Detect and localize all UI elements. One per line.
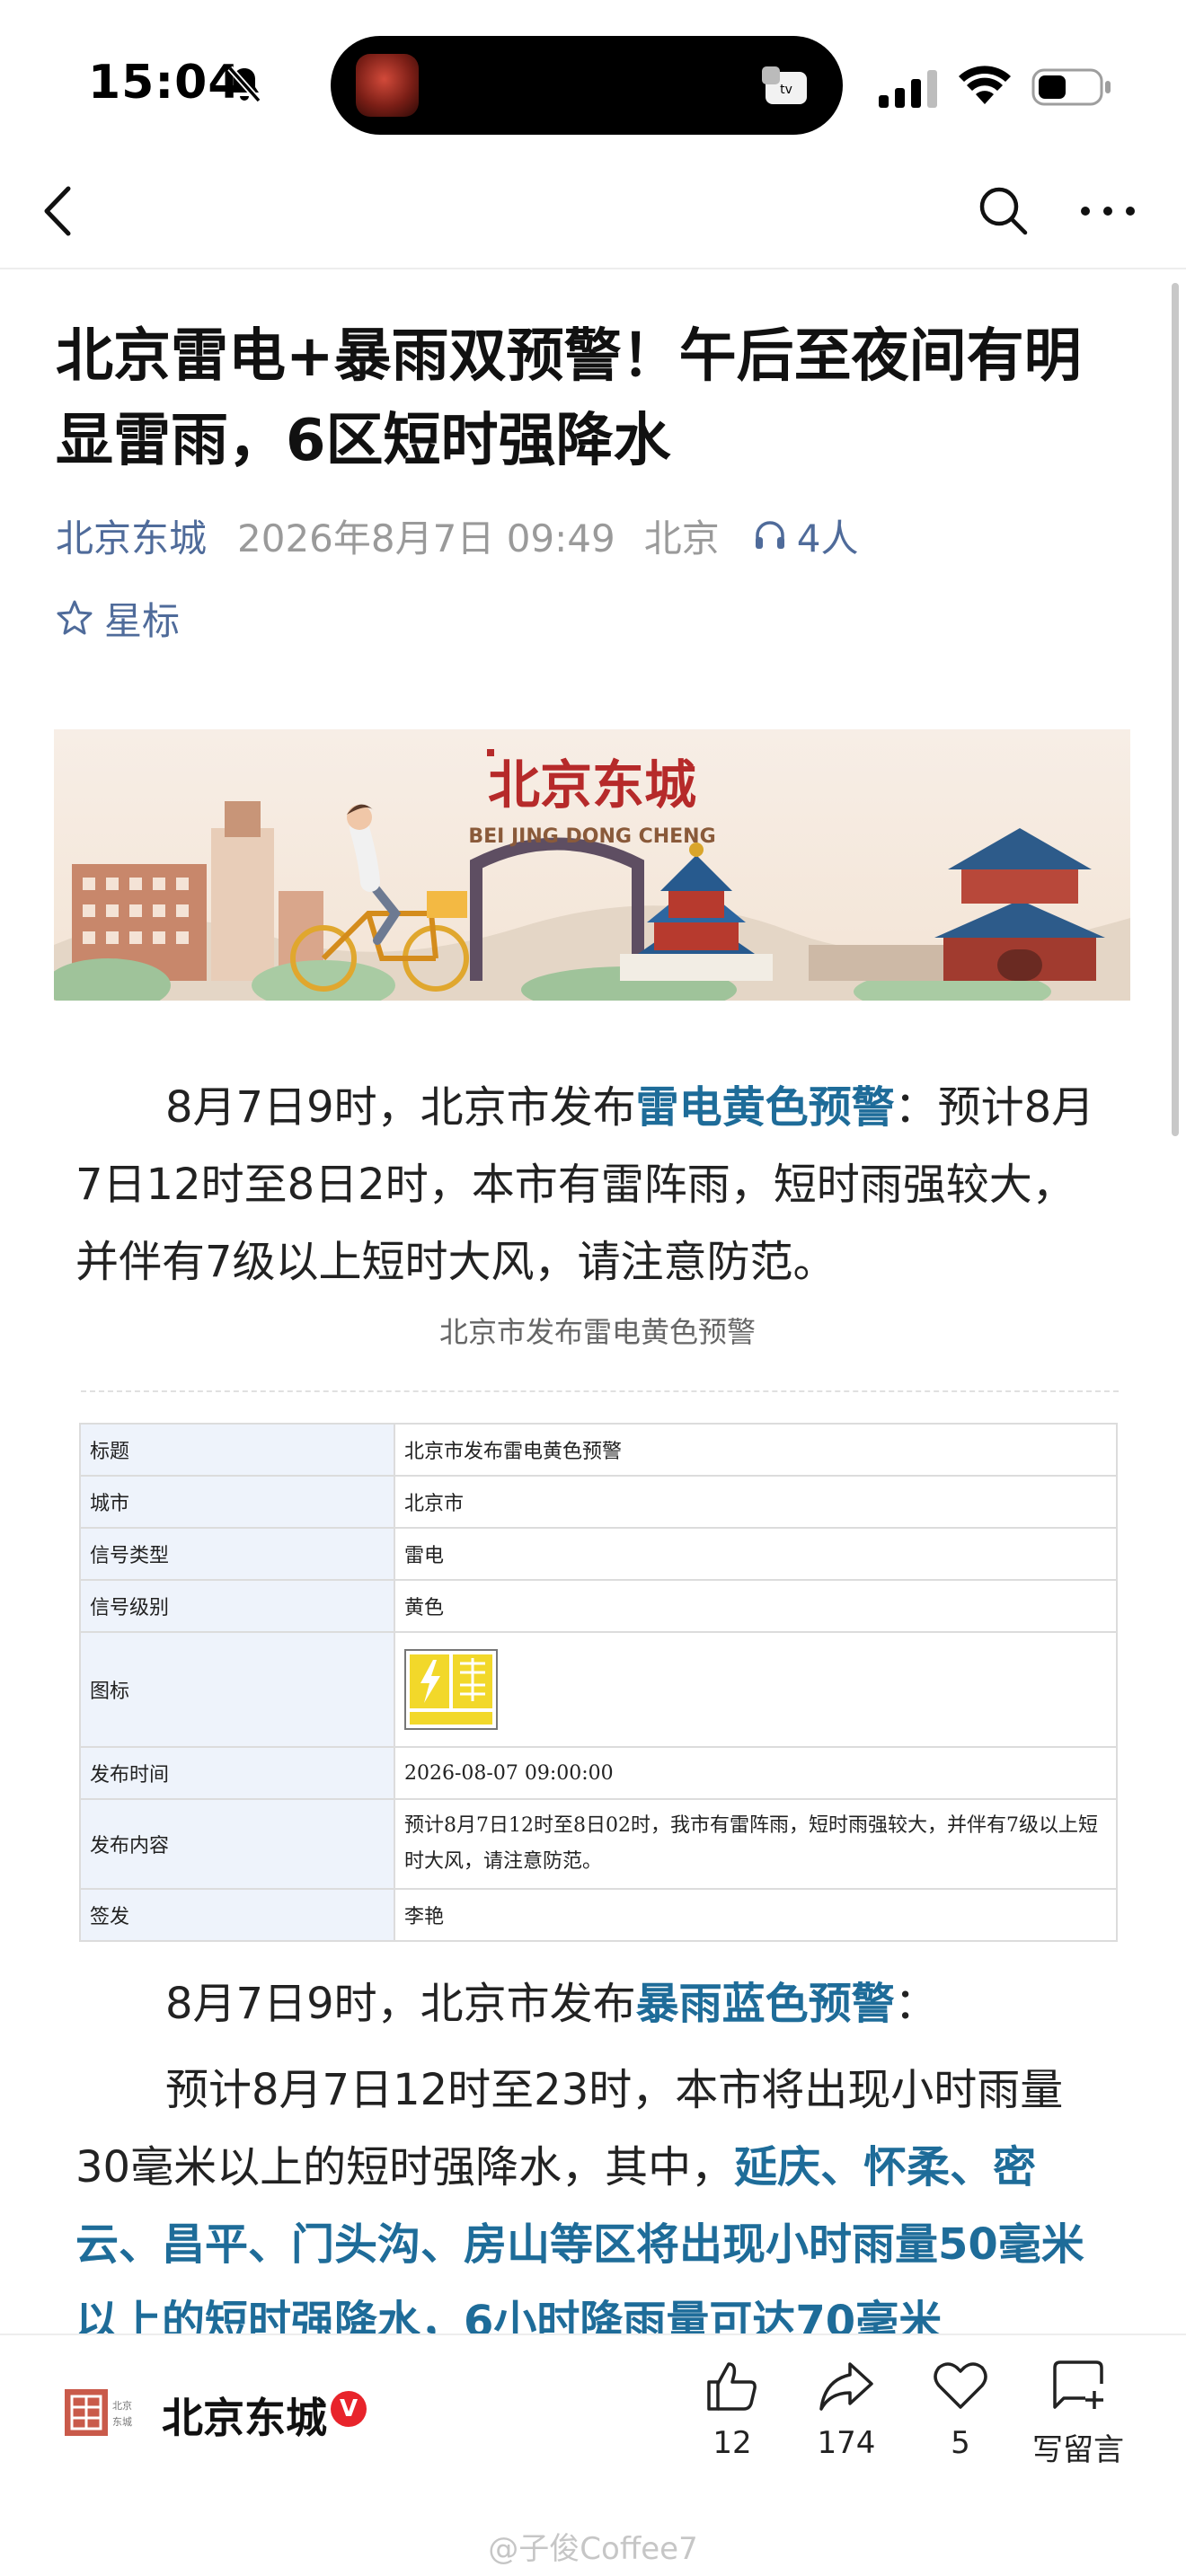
bottom-divider — [0, 2333, 1186, 2335]
table-value: 预计8月7日12时至8日02时，我市有雷阵雨，短时雨强较大，并伴有7级以上短时大… — [394, 1798, 1118, 1890]
favorite-count: 5 — [951, 2425, 970, 2461]
paragraph-3: 预计8月7日12时至23时，本市将出现小时雨量30毫米以上的短时强降水，其中，延… — [75, 2051, 1118, 2360]
thunder-warning-link[interactable]: 雷电黄色预警 — [636, 1082, 895, 1133]
table-value: 2026-08-07 09:00:00 — [394, 1746, 1118, 1800]
svg-text:北京: 北京 — [112, 2399, 132, 2412]
thunder-yellow-warning-icon — [404, 1649, 498, 1730]
table-row: 发布时间 2026-08-07 09:00:00 — [79, 1746, 1118, 1800]
table-value-icon — [394, 1631, 1118, 1748]
thumbs-up-icon — [707, 2362, 757, 2411]
article-title: 北京雷电+暴雨双预警！午后至夜间有明显雷雨，6区短时强降水 — [56, 323, 1082, 474]
more-options-icon[interactable] — [1076, 198, 1139, 225]
p2-suffix: ： — [894, 1979, 938, 2029]
verified-badge-icon: V — [331, 2391, 367, 2427]
table-row: 标题 北京市发布雷电黄色预警 — [79, 1423, 1118, 1477]
status-time: 15:04 — [88, 56, 242, 110]
table-value: 北京市 — [394, 1475, 1118, 1529]
banner-title: 北京东城 — [488, 754, 696, 816]
listen-button[interactable]: 4人 — [752, 508, 859, 563]
like-count: 12 — [712, 2425, 752, 2461]
dashed-divider — [81, 1390, 1119, 1392]
write-comment-label: 写留言 — [1032, 2432, 1124, 2468]
table-key: 城市 — [79, 1475, 395, 1529]
table-key: 标题 — [79, 1423, 395, 1477]
cellular-signal-icon — [879, 70, 937, 108]
headphones-icon — [755, 521, 784, 549]
table-row: 发布内容 预计8月7日12时至8日02时，我市有雷阵雨，短时雨强较大，并伴有7级… — [79, 1798, 1118, 1890]
p2-prefix: 8月7日9时，北京市发布 — [165, 1979, 636, 2029]
beijing-landmarks-illustration: 北京东城 BEI JING DONG CHENG — [54, 749, 1130, 1001]
star-icon — [57, 600, 93, 635]
nav-divider — [0, 268, 1186, 269]
back-chevron-icon[interactable] — [36, 180, 81, 243]
table-row: 签发 李艳 — [79, 1888, 1118, 1942]
table-key: 签发 — [79, 1888, 395, 1942]
bell-off-icon — [227, 66, 261, 103]
scrollbar[interactable] — [1172, 283, 1179, 1136]
table-key: 发布时间 — [79, 1746, 395, 1800]
listener-count: 4人 — [796, 516, 859, 560]
svg-text:东城: 东城 — [112, 2416, 132, 2428]
account-logo-icon[interactable]: 北京 东城 — [63, 2384, 135, 2441]
table-row: 城市 北京市 — [79, 1475, 1118, 1529]
wifi-icon — [959, 66, 1011, 104]
star-label: 星标 — [104, 598, 181, 643]
publish-date: 2026年8月7日 09:49 — [237, 516, 615, 560]
paragraph-2: 8月7日9时，北京市发布暴雨蓝色预警： — [75, 1965, 1118, 2042]
publish-location: 北京 — [643, 516, 720, 560]
share-button[interactable]: 174 — [783, 2359, 909, 2461]
share-count: 174 — [817, 2425, 876, 2461]
heart-icon — [934, 2362, 987, 2409]
table-value: 黄色 — [394, 1579, 1118, 1633]
apple-tv-icon: tv — [762, 66, 807, 104]
p1-prefix: 8月7日9时，北京市发布 — [165, 1082, 636, 1133]
table-value: 雷电 — [394, 1527, 1118, 1581]
table-key: 信号级别 — [79, 1579, 395, 1633]
banner-subtitle: BEI JING DONG CHENG — [468, 825, 715, 848]
table-caption: 北京市发布雷电黄色预警 — [438, 1315, 756, 1349]
now-playing-thumbnail[interactable] — [356, 54, 419, 117]
table-key: 发布内容 — [79, 1798, 395, 1890]
table-row: 信号级别 黄色 — [79, 1579, 1118, 1633]
table-row: 信号类型 雷电 — [79, 1527, 1118, 1581]
write-comment-button[interactable]: 写留言 — [1015, 2359, 1141, 2469]
watermark: @子俊Coffee7 — [488, 2531, 698, 2567]
table-key: 图标 — [79, 1631, 395, 1748]
table-value: 李艳 — [394, 1888, 1118, 1942]
table-value: 北京市发布雷电黄色预警 — [394, 1423, 1118, 1477]
warning-info-table: 标题 北京市发布雷电黄色预警 城市 北京市 信号类型 雷电 信号级别 黄色 图标 — [79, 1423, 1118, 1942]
paragraph-1: 8月7日9时，北京市发布雷电黄色预警：预计8月7日12时至8日2时，本市有雷阵雨… — [75, 1069, 1118, 1301]
table-key: 信号类型 — [79, 1527, 395, 1581]
comment-add-icon — [1053, 2360, 1103, 2409]
battery-icon — [1031, 68, 1111, 106]
like-button[interactable]: 12 — [669, 2359, 795, 2461]
bottom-account-name[interactable]: 北京东城 — [162, 2386, 327, 2445]
account-link[interactable]: 北京东城 — [56, 508, 207, 563]
table-row: 图标 — [79, 1631, 1118, 1748]
account-banner: 北京东城 BEI JING DONG CHENG — [54, 729, 1130, 1001]
search-icon[interactable] — [976, 183, 1030, 237]
star-button[interactable]: 星标 — [56, 593, 180, 643]
article-meta: 北京东城 2026年8月7日 09:49 北京 4人 — [56, 510, 858, 560]
svg-text:tv: tv — [780, 83, 792, 97]
share-icon — [819, 2362, 873, 2411]
favorite-button[interactable]: 5 — [898, 2359, 1023, 2461]
rainstorm-warning-link[interactable]: 暴雨蓝色预警 — [636, 1979, 895, 2029]
